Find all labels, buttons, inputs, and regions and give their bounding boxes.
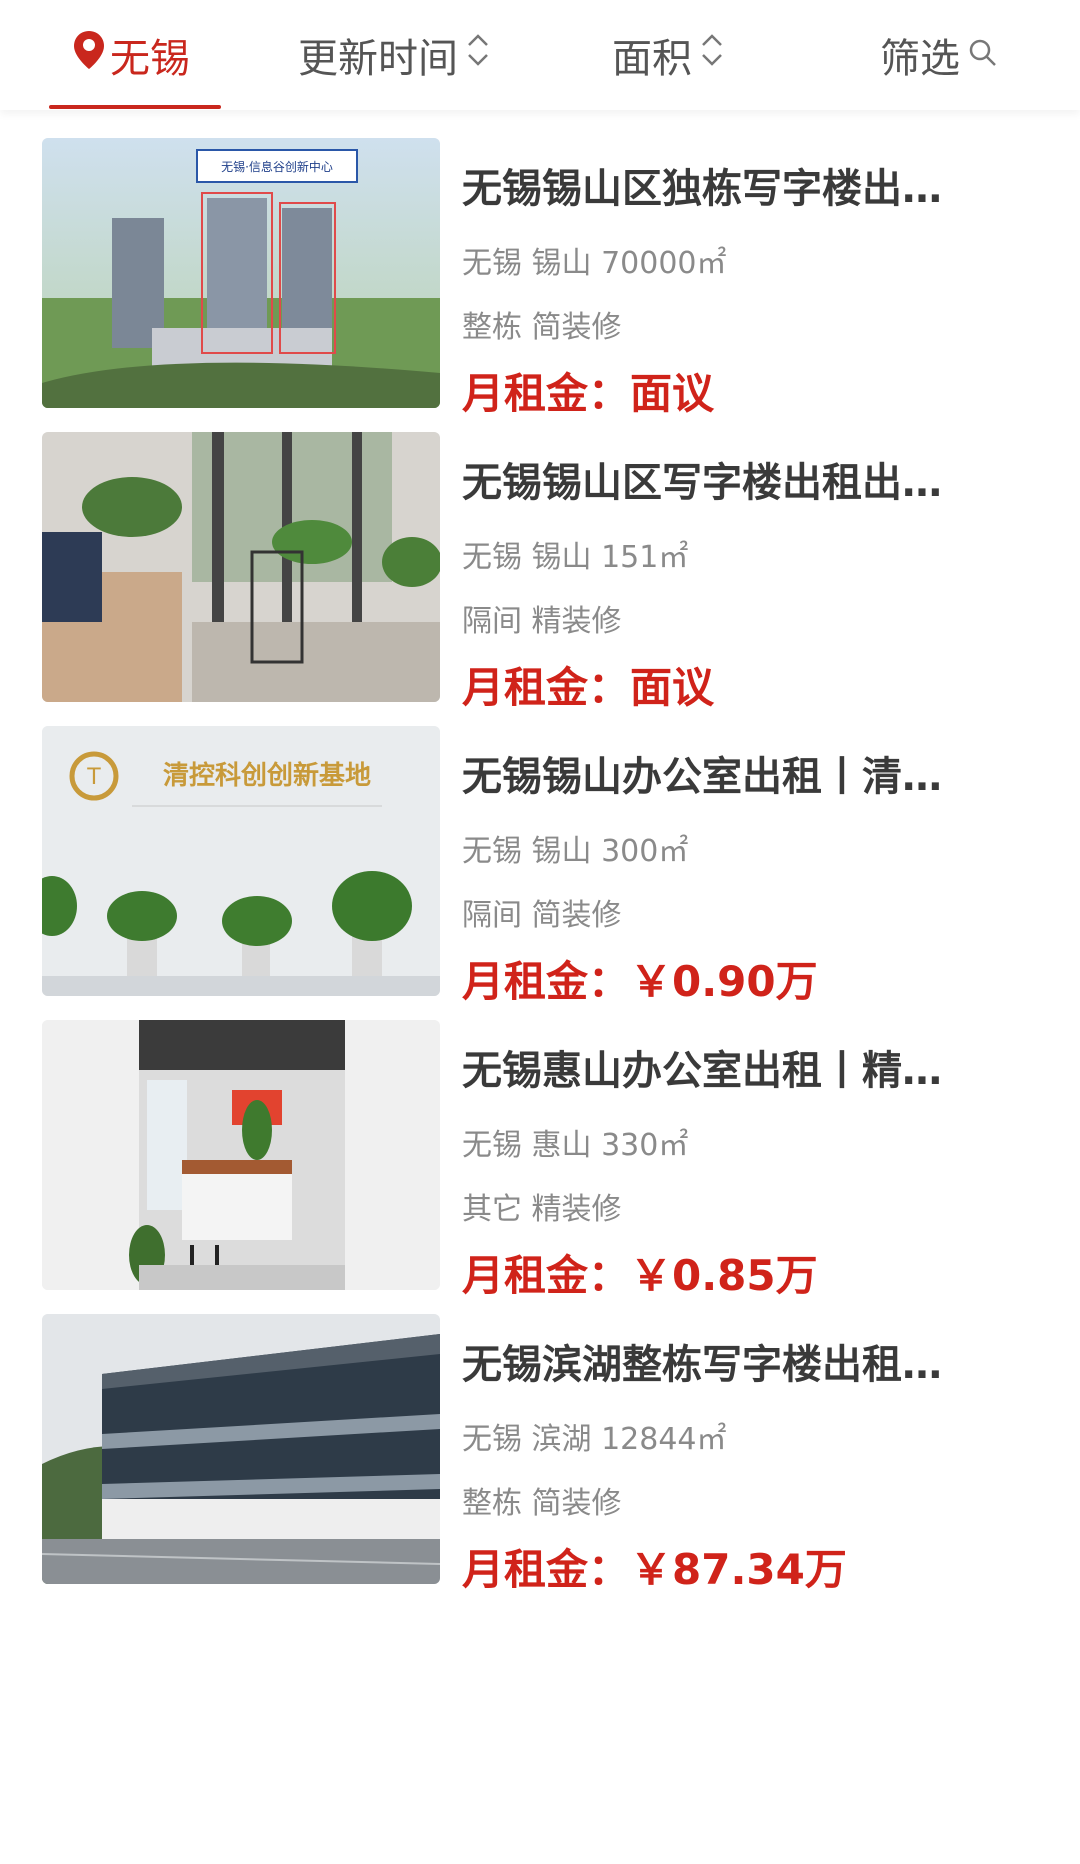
listing-card[interactable]: 无锡惠山办公室出租丨精… 无锡 惠山 330㎡ 其它 精装修 月租金：￥0.85… [0, 992, 1080, 1300]
listing-title[interactable]: 无锡锡山办公室出租丨清… [462, 744, 1002, 802]
listing-features: 整栋 简装修 [462, 310, 622, 345]
location-pin-icon [72, 29, 106, 81]
svg-text:T: T [86, 765, 101, 790]
listing-title[interactable]: 无锡惠山办公室出租丨精… [462, 1038, 1002, 1096]
tab-filter-label: 筛选 [880, 36, 960, 82]
listing-features: 隔间 精装修 [462, 604, 622, 639]
listing-features: 其它 精装修 [462, 1192, 622, 1227]
search-icon [968, 32, 998, 78]
listing-title[interactable]: 无锡滨湖整栋写字楼出租… [462, 1332, 1002, 1390]
filter-tab-bar: 无锡 更新时间 面积 筛选 [0, 0, 1080, 110]
listing-thumbnail[interactable] [42, 1314, 440, 1584]
listing-card[interactable]: 无锡滨湖整栋写字楼出租… 无锡 滨湖 12844㎡ 整栋 简装修 月租金：￥87… [0, 1286, 1080, 1594]
active-tab-underline [49, 105, 221, 109]
listing-location: 无锡 锡山 300㎡ [462, 834, 689, 869]
listing-title[interactable]: 无锡锡山区写字楼出租出… [462, 450, 1002, 508]
listing-location: 无锡 锡山 151㎡ [462, 540, 689, 575]
tab-update-time[interactable]: 更新时间 [298, 0, 490, 110]
sort-updown-icon [700, 32, 724, 78]
tab-filter[interactable]: 筛选 [880, 0, 998, 110]
image-caption: 清控科创创新基地 [163, 760, 371, 791]
listing-title[interactable]: 无锡锡山区独栋写字楼出… [462, 156, 1002, 214]
listing-thumbnail[interactable] [42, 1020, 440, 1290]
sort-updown-icon [466, 32, 490, 78]
tab-city[interactable]: 无锡 [72, 0, 190, 110]
listing-features: 隔间 简装修 [462, 898, 622, 933]
listing-location: 无锡 锡山 70000㎡ [462, 246, 727, 281]
listing-card[interactable]: 无锡锡山区写字楼出租出… 无锡 锡山 151㎡ 隔间 精装修 月租金：面议 [0, 404, 1080, 712]
tab-area-label: 面积 [612, 36, 692, 82]
tab-area[interactable]: 面积 [612, 0, 724, 110]
listing-card[interactable]: T 清控科创创新基地 无锡锡山办公室出租丨清… 无锡 锡山 300㎡ 隔间 简装… [0, 698, 1080, 1006]
listing-thumbnail[interactable]: T 清控科创创新基地 [42, 726, 440, 996]
listing-thumbnail[interactable] [42, 432, 440, 702]
image-caption: 无锡·信息谷创新中心 [221, 159, 333, 174]
listing-location: 无锡 惠山 330㎡ [462, 1128, 689, 1163]
listing-price: 月租金：￥87.34万 [462, 1545, 847, 1594]
tab-city-label: 无锡 [110, 36, 190, 82]
listing-features: 整栋 简装修 [462, 1486, 622, 1521]
tab-update-time-label: 更新时间 [298, 36, 458, 82]
listing-card[interactable]: 无锡·信息谷创新中心 无锡锡山区独栋写字楼出… 无锡 锡山 70000㎡ 整栋 … [0, 110, 1080, 418]
listing-location: 无锡 滨湖 12844㎡ [462, 1422, 727, 1457]
listing-thumbnail[interactable]: 无锡·信息谷创新中心 [42, 138, 440, 408]
